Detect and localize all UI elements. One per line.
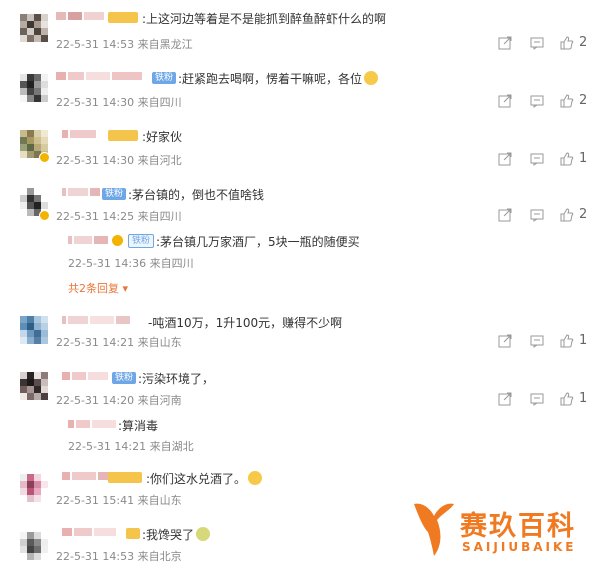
location: 来自河北 <box>137 154 182 167</box>
comment-text: :赶紧跑去喝啊，愣着干嘛呢，各位 <box>178 70 379 87</box>
timestamp: 22-5-31 14:25 <box>56 210 135 223</box>
timestamp: 22-5-31 14:30 <box>56 96 135 109</box>
comment-meta: 22-5-31 14:25 来自四川 <box>56 208 182 224</box>
username-blurred[interactable] <box>62 528 118 538</box>
like-count: 2 <box>579 207 588 222</box>
avatar[interactable] <box>20 74 48 102</box>
location: 来自四川 <box>149 257 194 270</box>
fan-badge: 铁粉 <box>112 372 137 384</box>
medal-icon <box>126 528 140 539</box>
location: 来自四川 <box>137 96 182 109</box>
comment-text: :上这河边等着是不是能抓到醉鱼醉虾什么的啊 <box>142 12 387 26</box>
reply-meta: 22-5-31 14:36 来自四川 <box>68 255 194 271</box>
share-icon[interactable] <box>498 334 512 348</box>
verified-badge <box>39 152 50 163</box>
location: 来自黑龙江 <box>137 38 193 51</box>
timestamp: 22-5-31 14:36 <box>68 257 147 270</box>
reply-text: :算消毒 <box>118 419 159 433</box>
whale-tail-icon <box>414 503 454 556</box>
comment-icon[interactable] <box>530 208 544 222</box>
location: 来自四川 <box>137 210 182 223</box>
like-count: 1 <box>579 391 588 406</box>
username-blurred[interactable] <box>56 12 106 22</box>
like-icon[interactable] <box>560 152 574 166</box>
comment-text: :好家伙 <box>142 130 183 144</box>
fan-badge: 铁粉 <box>128 234 155 248</box>
comment-text: :茅台镇的，倒也不值啥钱 <box>128 188 265 202</box>
like-count: 2 <box>579 35 588 50</box>
share-icon[interactable] <box>498 94 512 108</box>
like-count: 1 <box>579 333 588 348</box>
timestamp: 22-5-31 14:20 <box>56 394 135 407</box>
timestamp: 22-5-31 14:21 <box>56 336 135 349</box>
reply-meta: 22-5-31 14:21 来自湖北 <box>68 438 194 454</box>
comment-icon[interactable] <box>530 334 544 348</box>
location: 来自湖北 <box>149 440 194 453</box>
location: 来自山东 <box>137 494 182 507</box>
comment-icon[interactable] <box>530 36 544 50</box>
location: 来自北京 <box>137 550 182 563</box>
verified-badge <box>112 235 123 246</box>
reply-text: :茅台镇几万家酒厂，5块一瓶的随便买 <box>156 235 360 249</box>
username-blurred[interactable] <box>68 420 118 430</box>
medal-icon <box>108 12 138 23</box>
timestamp: 22-5-31 15:41 <box>56 494 135 507</box>
timestamp: 22-5-31 14:53 <box>56 550 135 563</box>
comment-meta: 22-5-31 14:53 来自北京 <box>56 548 182 564</box>
location: 来自山东 <box>137 336 182 349</box>
comment-meta: 22-5-31 14:20 来自河南 <box>56 392 182 408</box>
comment-meta: 22-5-31 14:21 来自山东 <box>56 334 182 350</box>
share-icon[interactable] <box>498 36 512 50</box>
share-icon[interactable] <box>498 392 512 406</box>
comment-meta: 22-5-31 15:41 来自山东 <box>56 492 182 508</box>
fan-badge: 铁粉 <box>102 188 127 200</box>
verified-badge <box>39 210 50 221</box>
logo-text: 赛玖百科 <box>460 511 576 542</box>
username-blurred[interactable] <box>62 372 110 382</box>
like-icon[interactable] <box>560 94 574 108</box>
username-blurred[interactable] <box>62 472 112 482</box>
like-icon[interactable] <box>560 334 574 348</box>
like-count: 1 <box>579 151 588 166</box>
emoji-icon <box>248 471 263 485</box>
comment-icon[interactable] <box>530 94 544 108</box>
view-more-replies-link[interactable]: 共2条回复 ▾ <box>68 280 128 296</box>
username-blurred[interactable] <box>68 236 110 246</box>
avatar[interactable] <box>20 474 48 502</box>
emoji-icon <box>196 527 211 541</box>
comment-text: :我馋哭了 <box>142 526 211 543</box>
comment-text: :你们这水兑酒了。 <box>146 470 263 487</box>
timestamp: 22-5-31 14:30 <box>56 154 135 167</box>
comment-meta: 22-5-31 14:30 来自四川 <box>56 94 182 110</box>
medal-icon <box>108 130 138 141</box>
comment-meta: 22-5-31 14:30 来自河北 <box>56 152 182 168</box>
avatar[interactable] <box>20 372 48 400</box>
comment-icon[interactable] <box>530 152 544 166</box>
location: 来自河南 <box>137 394 182 407</box>
like-icon[interactable] <box>560 392 574 406</box>
username-blurred[interactable] <box>62 130 98 140</box>
comment-text: -吨酒10万，1升100元，赚得不少啊 <box>148 316 343 330</box>
timestamp: 22-5-31 14:21 <box>68 440 147 453</box>
fan-badge: 铁粉 <box>152 72 177 84</box>
like-icon[interactable] <box>560 208 574 222</box>
logo-subtext: SAIJIUBAIKE <box>462 540 577 554</box>
avatar[interactable] <box>20 14 48 42</box>
like-count: 2 <box>579 93 588 108</box>
username-blurred[interactable] <box>62 188 102 198</box>
comment-meta: 22-5-31 14:53 来自黑龙江 <box>56 36 193 52</box>
watermark-logo: 赛玖百科 SAIJIUBAIKE <box>412 498 574 563</box>
avatar[interactable] <box>20 532 48 560</box>
timestamp: 22-5-31 14:53 <box>56 38 135 51</box>
avatar[interactable] <box>20 316 48 344</box>
medal-icon <box>108 472 142 483</box>
like-icon[interactable] <box>560 36 574 50</box>
comment-icon[interactable] <box>530 392 544 406</box>
emoji-icon <box>364 71 379 85</box>
share-icon[interactable] <box>498 208 512 222</box>
comment-text: :污染环境了， <box>138 372 215 386</box>
share-icon[interactable] <box>498 152 512 166</box>
username-blurred[interactable] <box>62 316 132 326</box>
username-blurred[interactable] <box>56 72 144 82</box>
